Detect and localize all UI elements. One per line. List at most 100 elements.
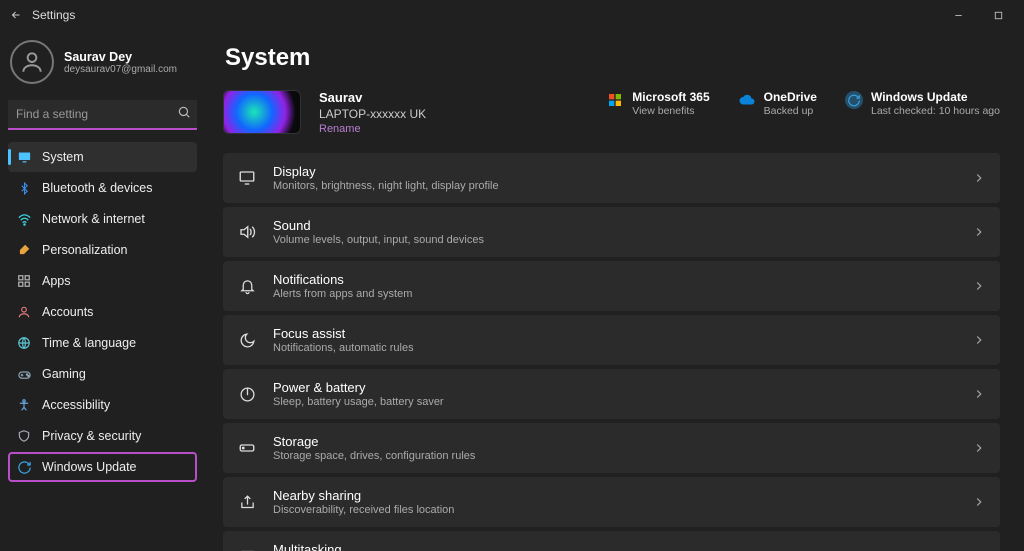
- card-title: Power & battery: [273, 380, 444, 395]
- status-sublabel: View benefits: [632, 105, 709, 117]
- profile-email: deysaurav07@gmail.com: [64, 64, 177, 75]
- power-icon: [237, 384, 257, 404]
- card-subtitle: Notifications, automatic rules: [273, 342, 414, 354]
- monitor-icon: [16, 149, 32, 165]
- bluetooth-icon: [16, 180, 32, 196]
- search-icon: [177, 105, 191, 119]
- sidebar-item-label: Gaming: [42, 367, 86, 381]
- page-title: System: [225, 44, 1000, 72]
- chevron-right-icon: [972, 171, 986, 185]
- status-label: OneDrive: [764, 90, 817, 104]
- card-title: Storage: [273, 434, 475, 449]
- settings-card-list: DisplayMonitors, brightness, night light…: [223, 153, 1000, 551]
- card-title: Focus assist: [273, 326, 414, 341]
- card-subtitle: Volume levels, output, input, sound devi…: [273, 234, 484, 246]
- chevron-right-icon: [972, 225, 986, 239]
- card-notifications[interactable]: NotificationsAlerts from apps and system: [223, 261, 1000, 311]
- storage-icon: [237, 438, 257, 458]
- sidebar-item-accessibility[interactable]: Accessibility: [8, 390, 197, 420]
- shield-icon: [16, 428, 32, 444]
- sidebar-item-accounts[interactable]: Accounts: [8, 297, 197, 327]
- sidebar-nav: System Bluetooth & devices Network & inter…: [8, 142, 197, 482]
- sound-icon: [237, 222, 257, 242]
- status-label: Microsoft 365: [632, 90, 709, 104]
- display-icon: [237, 168, 257, 188]
- card-title: Sound: [273, 218, 484, 233]
- status-sublabel: Last checked: 10 hours ago: [871, 105, 1000, 117]
- card-nearby-sharing[interactable]: Nearby sharingDiscoverability, received …: [223, 477, 1000, 527]
- sidebar-item-personalization[interactable]: Personalization: [8, 235, 197, 265]
- chevron-right-icon: [972, 387, 986, 401]
- status-group: Microsoft 365View benefits OneDriveBacked…: [606, 90, 1000, 117]
- card-sound[interactable]: SoundVolume levels, output, input, sound…: [223, 207, 1000, 257]
- onedrive-icon: [738, 91, 756, 109]
- card-focus-assist[interactable]: Focus assistNotifications, automatic rul…: [223, 315, 1000, 365]
- share-icon: [237, 492, 257, 512]
- main-content: System Saurav LAPTOP-xxxxxx UK Rename Mi…: [205, 30, 1024, 551]
- update-icon: [845, 91, 863, 109]
- sidebar-item-system[interactable]: System: [8, 142, 197, 172]
- profile-name: Saurav Dey: [64, 50, 177, 64]
- sidebar-item-label: Apps: [42, 274, 71, 288]
- sidebar-item-label: Windows Update: [42, 460, 137, 474]
- device-row: Saurav LAPTOP-xxxxxx UK Rename Microsoft…: [223, 90, 1000, 135]
- titlebar: Settings: [0, 0, 1024, 30]
- card-title: Nearby sharing: [273, 488, 454, 503]
- status-onedrive[interactable]: OneDriveBacked up: [738, 90, 817, 117]
- sidebar-item-gaming[interactable]: Gaming: [8, 359, 197, 389]
- sidebar-item-label: Accounts: [42, 305, 93, 319]
- wifi-icon: [16, 211, 32, 227]
- sidebar: Saurav Dey deysaurav07@gmail.com System B…: [0, 30, 205, 551]
- sidebar-item-windows-update[interactable]: Windows Update: [8, 452, 197, 482]
- card-power-battery[interactable]: Power & batterySleep, battery usage, bat…: [223, 369, 1000, 419]
- sidebar-item-apps[interactable]: Apps: [8, 266, 197, 296]
- status-microsoft-365[interactable]: Microsoft 365View benefits: [606, 90, 709, 117]
- card-storage[interactable]: StorageStorage space, drives, configurat…: [223, 423, 1000, 473]
- card-title: Display: [273, 164, 499, 179]
- card-title: Notifications: [273, 272, 412, 287]
- update-icon: [16, 459, 32, 475]
- chevron-right-icon: [972, 279, 986, 293]
- bell-icon: [237, 276, 257, 296]
- gamepad-icon: [16, 366, 32, 382]
- search-input[interactable]: [8, 100, 197, 130]
- card-subtitle: Storage space, drives, configuration rul…: [273, 450, 475, 462]
- multitask-icon: [237, 546, 257, 551]
- paintbrush-icon: [16, 242, 32, 258]
- status-label: Windows Update: [871, 90, 1000, 104]
- avatar-icon: [10, 40, 54, 84]
- card-subtitle: Monitors, brightness, night light, displ…: [273, 180, 499, 192]
- sidebar-item-time-language[interactable]: Time & language: [8, 328, 197, 358]
- profile-block[interactable]: Saurav Dey deysaurav07@gmail.com: [8, 36, 197, 94]
- ms365-icon: [606, 91, 624, 109]
- maximize-button[interactable]: [978, 1, 1018, 29]
- sidebar-item-label: Network & internet: [42, 212, 145, 226]
- moon-icon: [237, 330, 257, 350]
- chevron-right-icon: [972, 495, 986, 509]
- sidebar-item-label: Privacy & security: [42, 429, 141, 443]
- status-windows-update[interactable]: Windows UpdateLast checked: 10 hours ago: [845, 90, 1000, 117]
- sidebar-item-network-internet[interactable]: Network & internet: [8, 204, 197, 234]
- apps-icon: [16, 273, 32, 289]
- card-subtitle: Sleep, battery usage, battery saver: [273, 396, 444, 408]
- status-sublabel: Backed up: [764, 105, 817, 117]
- card-subtitle: Discoverability, received files location: [273, 504, 454, 516]
- card-display[interactable]: DisplayMonitors, brightness, night light…: [223, 153, 1000, 203]
- device-thumbnail[interactable]: [223, 90, 301, 134]
- sidebar-item-label: Bluetooth & devices: [42, 181, 153, 195]
- rename-link[interactable]: Rename: [319, 123, 426, 135]
- card-multitasking[interactable]: MultitaskingSnap windows, desktops, task…: [223, 531, 1000, 551]
- sidebar-item-privacy-security[interactable]: Privacy & security: [8, 421, 197, 451]
- sidebar-item-label: System: [42, 150, 84, 164]
- back-button[interactable]: [6, 5, 26, 25]
- sidebar-item-label: Accessibility: [42, 398, 110, 412]
- chevron-right-icon: [972, 441, 986, 455]
- minimize-button[interactable]: [938, 1, 978, 29]
- sidebar-item-label: Time & language: [42, 336, 136, 350]
- window-title: Settings: [32, 8, 75, 22]
- sidebar-item-bluetooth-devices[interactable]: Bluetooth & devices: [8, 173, 197, 203]
- card-title: Multitasking: [273, 542, 469, 551]
- sidebar-item-label: Personalization: [42, 243, 127, 257]
- chevron-right-icon: [972, 333, 986, 347]
- device-name: Saurav: [319, 90, 426, 105]
